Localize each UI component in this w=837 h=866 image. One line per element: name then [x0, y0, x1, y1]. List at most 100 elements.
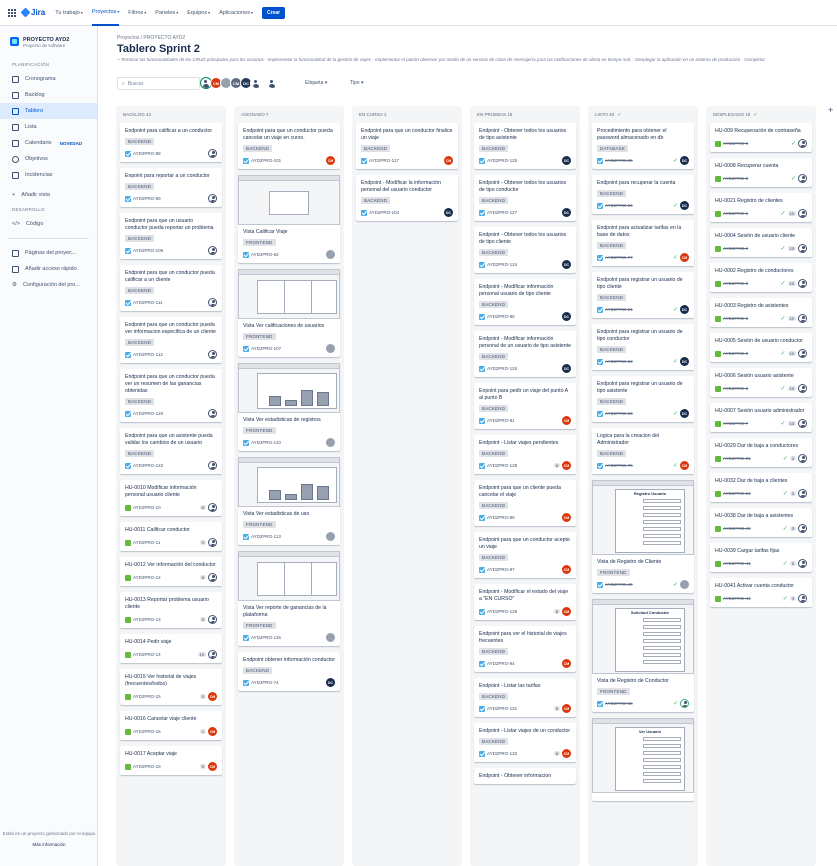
issue-key[interactable]: AYD2PRO-74 [251, 680, 324, 685]
avatar[interactable] [208, 461, 217, 470]
issue-card[interactable]: HU-0029 Dar de baja a conductores AYD2PRO… [710, 438, 812, 467]
issue-key[interactable]: AYD2PRO-132 [487, 751, 552, 756]
breadcrumb-project[interactable]: PROYECTO AYD2 [143, 35, 185, 41]
issue-key[interactable]: AYD2PRO-110 [251, 440, 324, 445]
issue-card[interactable]: HU-0041 Activar cuenta conductor AYD2PRO-… [710, 578, 812, 607]
avatar[interactable]: DC [562, 260, 571, 269]
issue-key[interactable]: AYD2PRO-10 [133, 505, 198, 510]
learn-more-link[interactable]: Más información [0, 842, 98, 848]
issue-card[interactable]: Endpoint para calificar a un conductor BA… [120, 123, 222, 162]
create-button[interactable]: Crear [262, 6, 286, 19]
nav-your-work[interactable]: Tu trabajo ▾ [55, 0, 83, 26]
avatar[interactable] [208, 650, 217, 659]
issue-key[interactable]: AYD2PRO-44 [723, 596, 781, 601]
avatar[interactable]: DC [562, 208, 571, 217]
avatar[interactable]: CM [208, 762, 217, 771]
avatar[interactable]: CM [562, 607, 571, 616]
avatar[interactable] [208, 538, 217, 547]
nav-teams[interactable]: Equipos ▾ [187, 0, 210, 26]
issue-key[interactable]: AYD2PRO-34 [723, 491, 781, 496]
issue-card[interactable]: HU-0006 Sesión usuario asistente AYD2PRO-… [710, 368, 812, 397]
issue-key[interactable]: AYD2PRO-6 [723, 386, 779, 391]
avatar[interactable]: CM [444, 156, 453, 165]
issue-card[interactable]: Endpoint - Modificar información persona… [474, 331, 576, 377]
issue-card[interactable]: HU-0005 Sesión de usuario conductor AYD2P… [710, 333, 812, 362]
issue-key[interactable]: AYD2PRO-94 [487, 661, 560, 666]
avatar[interactable]: DC [680, 305, 689, 314]
issue-card[interactable]: Endpoint para registrar un usuario de ti… [592, 376, 694, 422]
avatar[interactable] [326, 250, 335, 259]
sidebar-item-project-pages[interactable]: Páginas del proyec... [0, 245, 97, 261]
avatar[interactable]: DC [326, 678, 335, 687]
issue-card[interactable]: Endpoint para que un conductor pueda ver… [120, 317, 222, 363]
issue-key[interactable]: AYD2PRO-89 [133, 196, 206, 201]
issue-card[interactable]: Endpoint para que un usuario conductor p… [120, 213, 222, 259]
issue-key[interactable]: AYD2PRO-40 [723, 526, 781, 531]
avatar[interactable]: CM [208, 727, 217, 736]
issue-key[interactable]: AYD2PRO-117 [369, 158, 442, 163]
avatar[interactable]: CM [562, 513, 571, 522]
issue-key[interactable]: AYD2PRO-3 [723, 316, 779, 321]
issue-key[interactable]: AYD2PRO-52 [605, 359, 671, 364]
issue-key[interactable]: AYD2PRO-14 [133, 652, 196, 657]
issue-key[interactable]: AYD2PRO-131 [487, 706, 552, 711]
avatar[interactable]: CM [562, 565, 571, 574]
issue-key[interactable]: AYD2PRO-5 [723, 351, 779, 356]
issue-card[interactable]: Endpoint - Obtener todos los usuarios de… [474, 227, 576, 273]
issue-card[interactable]: Endpoint para que un conductor pueda cal… [120, 265, 222, 311]
avatar[interactable] [798, 174, 807, 183]
avatar[interactable] [798, 384, 807, 393]
avatar[interactable]: CM [680, 461, 689, 470]
project-header[interactable]: PROYECTO AYD2 Proyecto de software [0, 26, 97, 48]
avatar[interactable] [798, 454, 807, 463]
issue-card[interactable]: Endpoint - Obtener informacion [474, 768, 576, 784]
avatar[interactable]: DC [562, 156, 571, 165]
issue-card[interactable]: Procedimiento para obtener el password a… [592, 123, 694, 169]
issue-card[interactable]: HU-0008 Recuperar cuenta AYD2PRO-8 ✓ [710, 158, 812, 187]
avatar[interactable] [208, 298, 217, 307]
issue-card[interactable]: Endpoint obtener información conductor BA… [238, 652, 340, 691]
avatar[interactable] [798, 419, 807, 428]
sidebar-item-backlog[interactable]: Backlog [0, 87, 97, 103]
issue-key[interactable]: AYD2PRO-7 [723, 421, 779, 426]
issue-key[interactable]: AYD2PRO-115 [251, 635, 324, 640]
issue-card[interactable]: Logica para la creacion del Administrado… [592, 428, 694, 474]
avatar[interactable]: DC [562, 364, 571, 373]
issue-card[interactable]: Endpoint para actualizar tarifas en la b… [592, 220, 694, 266]
issue-card[interactable]: HU-0002 Registro de conductores AYD2PRO-2… [710, 263, 812, 292]
issue-card[interactable]: Vista Calificar Viaje FRONTEND AYD2PRO-62 [238, 175, 340, 263]
issue-card[interactable]: Endpoint para registrar un usuario de ti… [592, 324, 694, 370]
issue-card[interactable]: HU-0004 Sesión de usuario cliente AYD2PRO… [710, 228, 812, 257]
issue-key[interactable]: AYD2PRO-86 [605, 158, 671, 163]
breadcrumb-projects[interactable]: Proyectos [117, 35, 139, 41]
issue-card[interactable]: Endpoint para que un cliente pueda cance… [474, 480, 576, 526]
avatar[interactable] [208, 149, 217, 158]
sidebar-item-add-view[interactable]: + Añadir vista [0, 187, 97, 203]
avatar[interactable] [208, 409, 217, 418]
issue-key[interactable]: AYD2PRO-76 [605, 463, 671, 468]
issue-card[interactable]: Endpoint - Modificar información persona… [474, 279, 576, 325]
issue-card[interactable]: Endpoint - Modificar el estado del viaje… [474, 584, 576, 620]
issue-card[interactable]: HU-0010 Modificar información personal u… [120, 480, 222, 516]
avatar[interactable] [798, 349, 807, 358]
issue-card[interactable]: HU-0003 Registro de asistentes AYD2PRO-3 ✓… [710, 298, 812, 327]
issue-key[interactable]: AYD2PRO-106 [133, 248, 206, 253]
issue-key[interactable]: AYD2PRO-4 [723, 246, 779, 251]
avatar[interactable] [680, 580, 689, 589]
label-filter[interactable]: Etiqueta ▾ [305, 80, 327, 86]
issue-key[interactable]: AYD2PRO-2 [723, 281, 779, 286]
issue-card[interactable]: HU-0017 Aceptar viaje AYD2PRO-19 5 CM [120, 746, 222, 775]
issue-key[interactable]: AYD2PRO-96 [487, 515, 560, 520]
avatar[interactable] [798, 524, 807, 533]
issue-key[interactable]: AYD2PRO-12 [133, 575, 198, 580]
issue-key[interactable]: AYD2PRO-9 [723, 141, 789, 146]
issue-key[interactable]: AYD2PRO-125 [487, 158, 560, 163]
avatar[interactable] [326, 344, 335, 353]
sidebar-item-timeline[interactable]: Cronograma [0, 71, 97, 87]
issue-key[interactable]: AYD2PRO-16 [133, 729, 198, 734]
sidebar-item-list[interactable]: Lista [0, 119, 97, 135]
avatar[interactable]: DC [680, 409, 689, 418]
sidebar-item-code[interactable]: </> Código [0, 216, 97, 232]
issue-key[interactable]: AYD2PRO-49 [605, 582, 671, 587]
issue-key[interactable]: AYD2PRO-77 [605, 255, 671, 260]
